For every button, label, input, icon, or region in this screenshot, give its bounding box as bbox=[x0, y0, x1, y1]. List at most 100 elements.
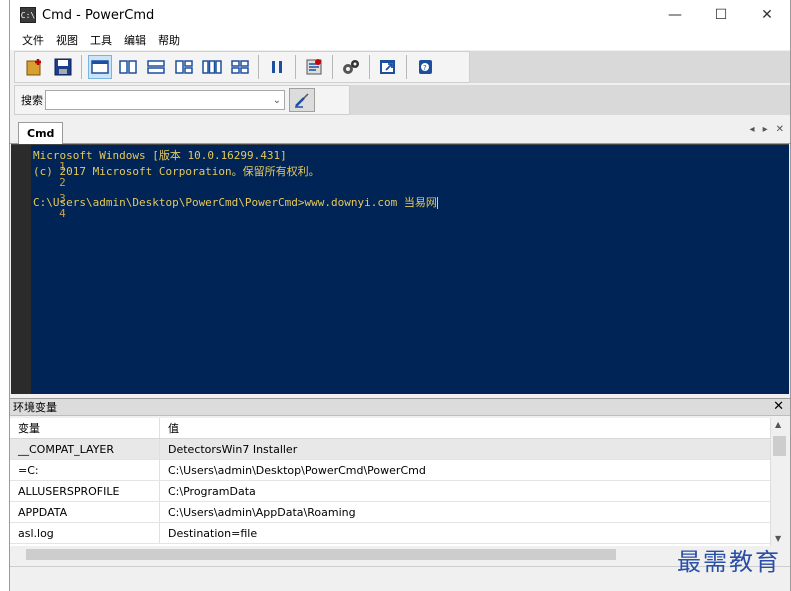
column-header-value[interactable]: 值 bbox=[160, 420, 770, 436]
menu-view[interactable]: 视图 bbox=[50, 32, 84, 48]
main-toolbar: ? bbox=[14, 51, 470, 83]
maximize-icon: ☐ bbox=[714, 7, 728, 23]
console-line: 2 (c) 2017 Microsoft Corporation。保留所有权利。 bbox=[11, 163, 320, 189]
powercmd-window: C:\ Cmd - PowerCmd — ☐ ✕ 文件 视图 工具 编辑 帮助 bbox=[9, 0, 791, 591]
var-name: APPDATA bbox=[10, 502, 160, 522]
about-button[interactable]: ? bbox=[413, 55, 437, 79]
settings-button[interactable] bbox=[339, 55, 363, 79]
new-tab-button[interactable] bbox=[23, 55, 47, 79]
command-text: C:\Users\admin\Desktop\PowerCmd\PowerCmd… bbox=[33, 196, 437, 209]
console-line-text: Microsoft Windows [版本 10.0.16299.431] bbox=[33, 149, 287, 162]
console-line: 3 bbox=[11, 179, 66, 205]
var-value: Destination=file bbox=[168, 526, 258, 540]
table-row[interactable]: APPDATA C:\Users\admin\AppData\Roaming bbox=[10, 502, 770, 523]
var-value: C:\Users\admin\AppData\Roaming bbox=[168, 505, 356, 519]
var-name: __COMPAT_LAYER bbox=[10, 439, 160, 459]
minimize-icon: — bbox=[668, 7, 682, 23]
toolbar-separator bbox=[81, 55, 82, 79]
toolbar-background bbox=[470, 51, 790, 83]
layout-columns-icon bbox=[202, 60, 222, 74]
env-panel-header: 环境变量 ✕ bbox=[10, 398, 790, 416]
log-icon bbox=[306, 59, 322, 75]
tab-close-icon[interactable]: ✕ bbox=[776, 124, 784, 135]
layout-split-horizontal-button[interactable] bbox=[144, 55, 168, 79]
table-header: 变量 值 bbox=[10, 418, 770, 439]
console-line-text: C:\Users\admin\Desktop\PowerCmd\PowerCmd… bbox=[33, 194, 438, 210]
table-row[interactable]: asl.log Destination=file bbox=[10, 523, 770, 544]
console-line-text: (c) 2017 Microsoft Corporation。保留所有权利。 bbox=[33, 165, 320, 178]
layout-single-button[interactable] bbox=[88, 55, 112, 79]
svg-text:?: ? bbox=[423, 64, 427, 72]
layout-columns-button[interactable] bbox=[200, 55, 224, 79]
layout-split-horizontal-icon bbox=[147, 60, 165, 74]
chevron-down-icon[interactable]: ⌄ bbox=[273, 92, 281, 110]
env-variables-table: 变量 值 __COMPAT_LAYER DetectorsWin7 Instal… bbox=[10, 418, 770, 546]
column-header-name[interactable]: 变量 bbox=[10, 418, 160, 438]
table-row[interactable]: =C: C:\Users\admin\Desktop\PowerCmd\Powe… bbox=[10, 460, 770, 481]
text-caret bbox=[436, 197, 438, 209]
layout-single-icon bbox=[91, 60, 109, 74]
menu-tools[interactable]: 工具 bbox=[84, 32, 118, 48]
gears-icon bbox=[343, 60, 359, 74]
layout-split-vertical-button[interactable] bbox=[116, 55, 140, 79]
close-icon: ✕ bbox=[761, 7, 773, 23]
tab-prev-icon[interactable]: ◂ bbox=[750, 124, 755, 135]
console-line: 1 Microsoft Windows [版本 10.0.16299.431] bbox=[11, 147, 287, 173]
minimize-button[interactable]: — bbox=[652, 0, 698, 30]
toolbar-separator bbox=[332, 55, 333, 79]
console-output[interactable]: 1 Microsoft Windows [版本 10.0.16299.431] … bbox=[11, 144, 789, 394]
tab-navigation: ◂ ▸ ✕ bbox=[750, 124, 784, 135]
tab-cmd[interactable]: Cmd bbox=[18, 122, 64, 144]
open-external-button[interactable] bbox=[376, 55, 400, 79]
toolbar-separator bbox=[369, 55, 370, 79]
toolbar-separator bbox=[295, 55, 296, 79]
scroll-thumb[interactable] bbox=[773, 436, 786, 456]
vertical-scrollbar[interactable]: ▲ ▼ bbox=[770, 418, 788, 546]
table-row[interactable]: ALLUSERSPROFILE C:\ProgramData bbox=[10, 481, 770, 502]
toolbar-separator bbox=[258, 55, 259, 79]
scroll-thumb[interactable] bbox=[26, 549, 616, 560]
window-controls: — ☐ ✕ bbox=[652, 0, 790, 30]
highlight-button[interactable] bbox=[289, 88, 315, 112]
menu-bar: 文件 视图 工具 编辑 帮助 bbox=[10, 30, 790, 50]
table-row[interactable]: __COMPAT_LAYER DetectorsWin7 Installer bbox=[10, 439, 770, 460]
menu-edit[interactable]: 编辑 bbox=[118, 32, 152, 48]
toolbar-separator bbox=[406, 55, 407, 79]
pause-button[interactable] bbox=[265, 55, 289, 79]
var-name: ALLUSERSPROFILE bbox=[10, 481, 160, 501]
scroll-up-icon[interactable]: ▲ bbox=[775, 420, 781, 429]
title-bar[interactable]: C:\ Cmd - PowerCmd — ☐ ✕ bbox=[10, 0, 790, 30]
searchbar-background bbox=[350, 85, 790, 115]
horizontal-scrollbar[interactable] bbox=[10, 546, 770, 562]
search-label: 搜索 bbox=[21, 94, 43, 107]
tab-strip: Cmd ◂ ▸ ✕ bbox=[10, 120, 790, 144]
var-value: C:\ProgramData bbox=[168, 484, 256, 498]
status-bar bbox=[10, 566, 790, 588]
layout-grid-button[interactable] bbox=[228, 55, 252, 79]
var-name: =C: bbox=[10, 460, 160, 480]
layout-three-icon bbox=[175, 60, 193, 74]
layout-split-vertical-icon bbox=[119, 60, 137, 74]
app-icon: C:\ bbox=[20, 7, 36, 23]
pause-icon bbox=[272, 61, 282, 73]
brush-icon bbox=[295, 93, 309, 108]
close-icon[interactable]: ✕ bbox=[773, 399, 784, 414]
menu-help[interactable]: 帮助 bbox=[152, 32, 186, 48]
watermark-text: 最需教育 bbox=[677, 548, 781, 576]
menu-file[interactable]: 文件 bbox=[16, 32, 50, 48]
save-button[interactable] bbox=[51, 55, 75, 79]
help-icon: ? bbox=[419, 60, 432, 74]
maximize-button[interactable]: ☐ bbox=[698, 0, 744, 30]
console-line: 4 C:\Users\admin\Desktop\PowerCmd\PowerC… bbox=[11, 194, 438, 220]
layout-three-button[interactable] bbox=[172, 55, 196, 79]
layout-grid-icon bbox=[231, 60, 249, 74]
search-bar: 搜索 ⌄ bbox=[14, 85, 350, 115]
tab-next-icon[interactable]: ▸ bbox=[763, 124, 768, 135]
search-input[interactable]: ⌄ bbox=[45, 90, 285, 110]
window-title: Cmd - PowerCmd bbox=[42, 7, 155, 23]
env-panel-title: 环境变量 bbox=[13, 401, 57, 414]
log-button[interactable] bbox=[302, 55, 326, 79]
close-button[interactable]: ✕ bbox=[744, 0, 790, 30]
var-value: C:\Users\admin\Desktop\PowerCmd\PowerCmd bbox=[168, 463, 426, 477]
new-icon bbox=[26, 59, 41, 76]
